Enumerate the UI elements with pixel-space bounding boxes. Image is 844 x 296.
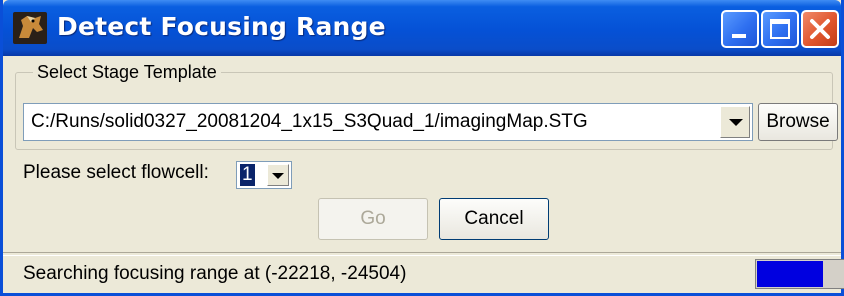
minimize-button[interactable] <box>721 10 759 48</box>
minimize-icon <box>732 34 746 38</box>
status-divider <box>3 252 841 256</box>
go-button[interactable]: Go <box>318 198 428 240</box>
close-icon <box>810 19 830 39</box>
flowcell-value: 1 <box>240 164 255 186</box>
stage-template-combo[interactable]: C:/Runs/solid0327_20081204_1x15_S3Quad_1… <box>23 103 753 141</box>
cancel-button[interactable]: Cancel <box>439 198 549 240</box>
combo-dropdown-button[interactable] <box>720 106 750 138</box>
chevron-down-icon <box>729 119 743 126</box>
window-title: Detect Focusing Range <box>57 12 386 41</box>
maximize-icon <box>770 19 790 39</box>
flowcell-label: Please select flowcell: <box>23 162 209 183</box>
progress-bar <box>755 259 844 289</box>
progress-fill <box>757 261 823 287</box>
maximize-button[interactable] <box>761 10 799 48</box>
chevron-down-icon <box>272 173 284 179</box>
flowcell-select[interactable]: 1 <box>236 161 292 189</box>
dialog-window: Detect Focusing Range Select Stage Templ… <box>0 0 844 296</box>
title-bar[interactable]: Detect Focusing Range <box>3 0 841 56</box>
group-legend: Select Stage Template <box>33 62 221 83</box>
stage-template-path: C:/Runs/solid0327_20081204_1x15_S3Quad_1… <box>31 111 588 132</box>
horse-icon <box>13 12 47 44</box>
flowcell-dropdown-button[interactable] <box>267 164 289 186</box>
close-button[interactable] <box>801 10 839 48</box>
browse-button[interactable]: Browse <box>758 103 838 141</box>
status-text: Searching focusing range at (-22218, -24… <box>23 263 407 284</box>
